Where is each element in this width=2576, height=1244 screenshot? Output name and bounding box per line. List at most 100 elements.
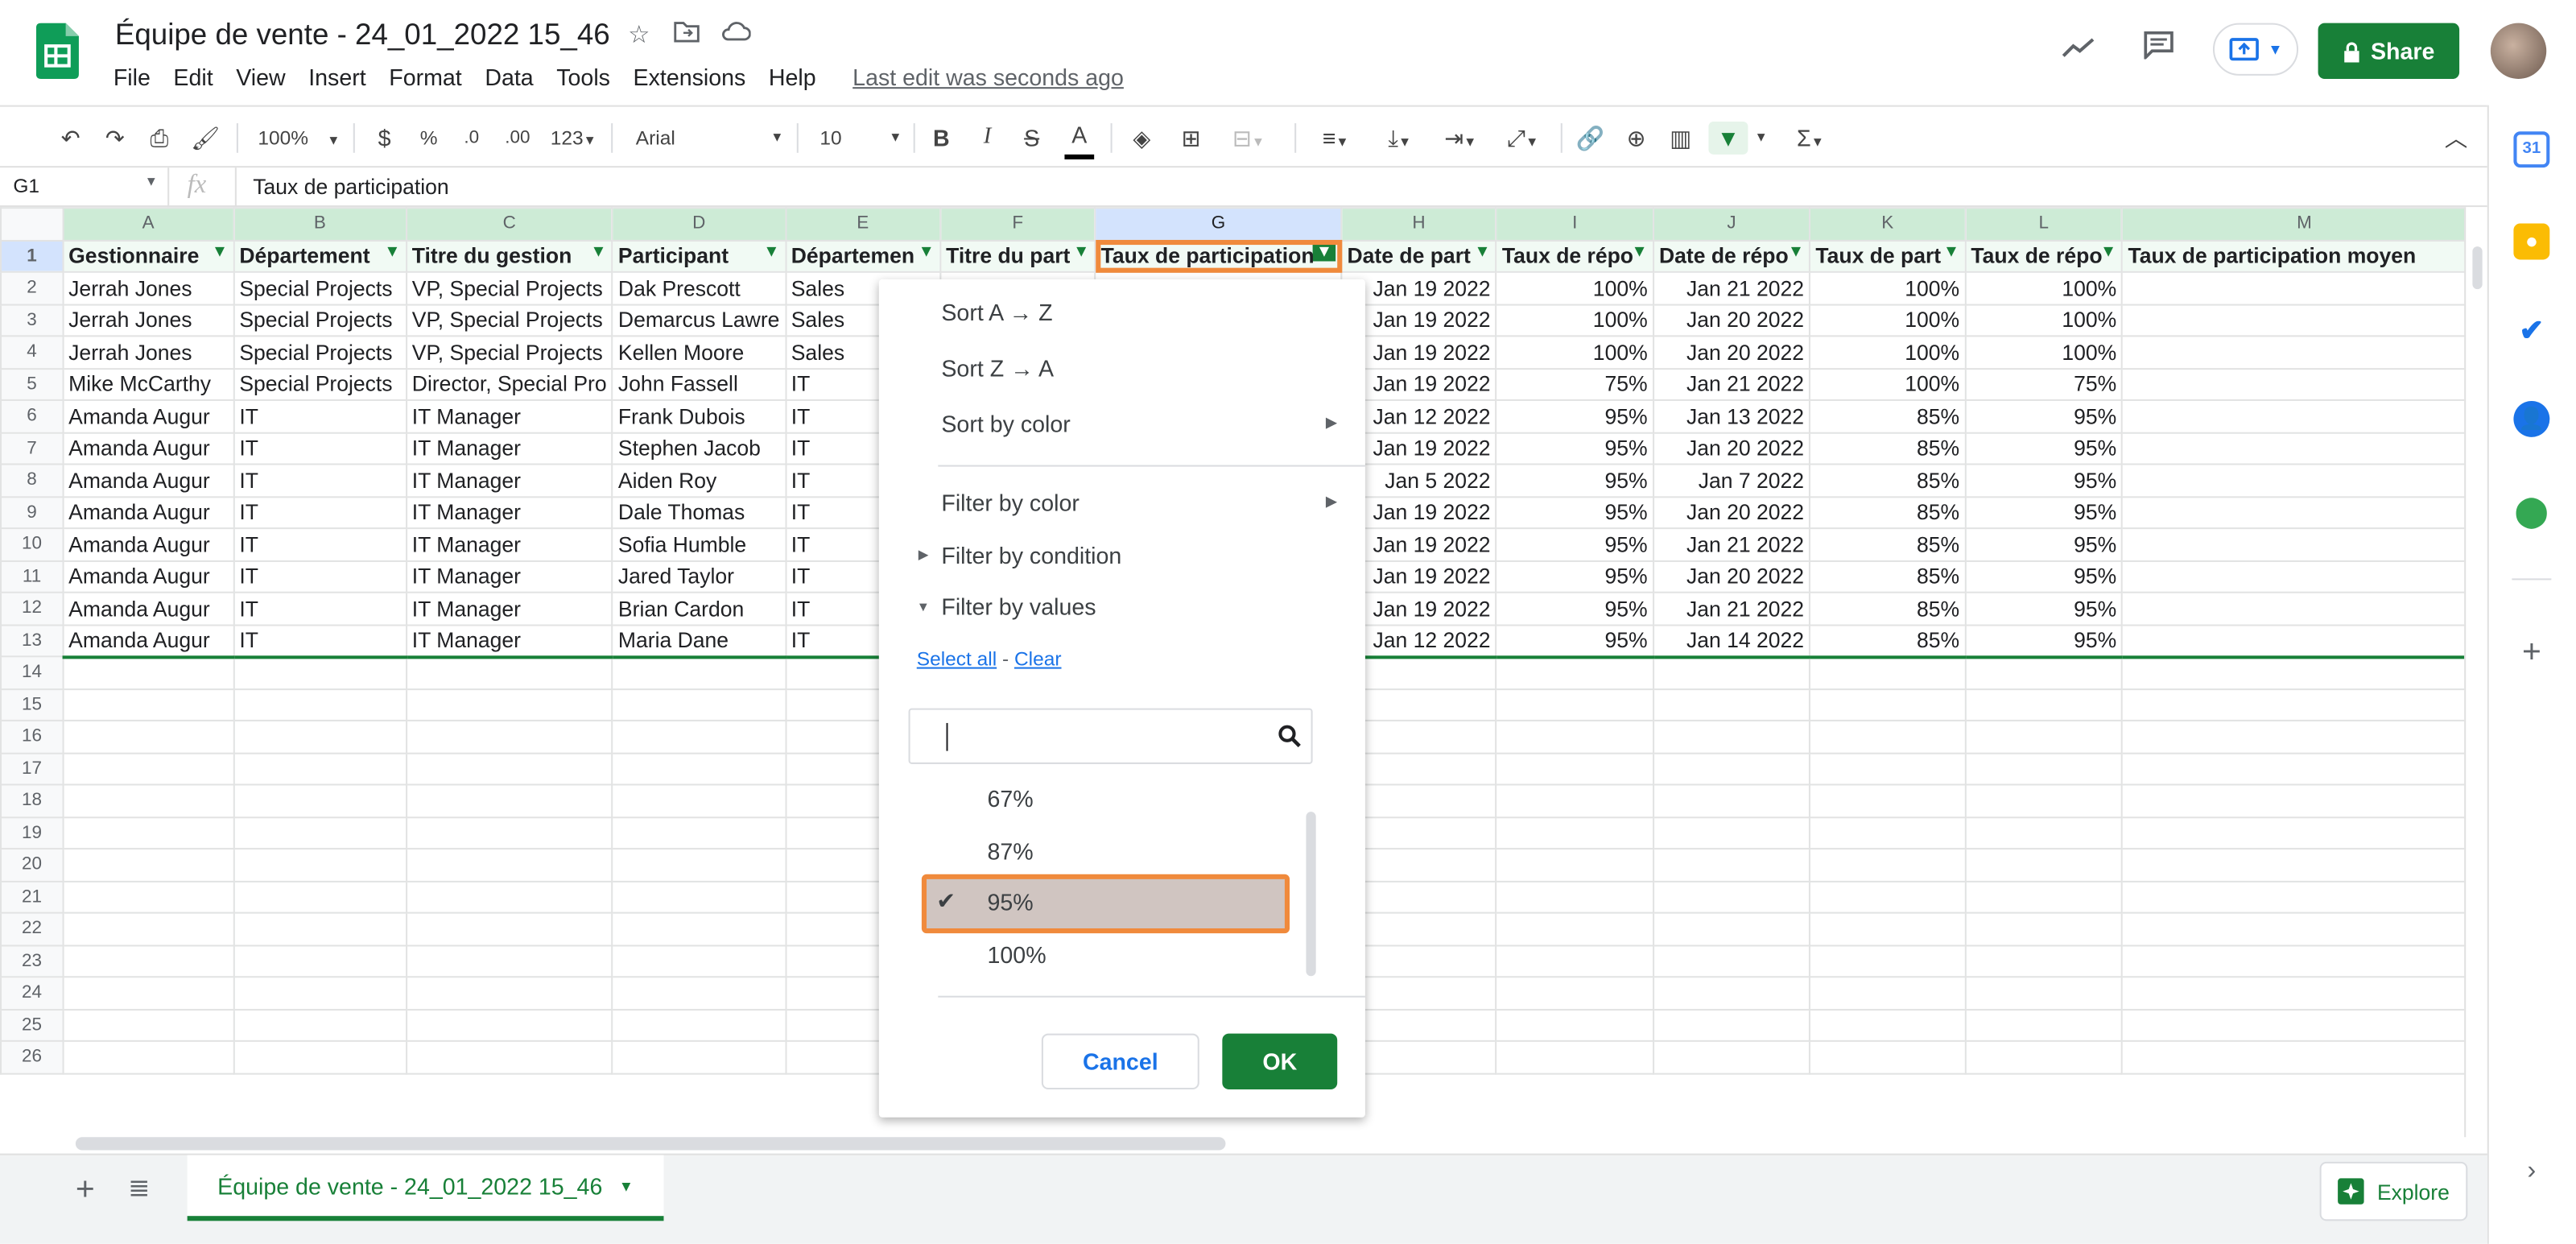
filter-button-icon[interactable]: ▼ — [763, 244, 779, 262]
table-cell[interactable] — [233, 655, 407, 690]
filter-by-color-option[interactable]: Filter by color — [941, 490, 1079, 516]
horizontal-scrollbar[interactable] — [75, 1137, 1226, 1151]
column-title-cell[interactable]: ▼ Taux de répo — [1964, 238, 2124, 273]
table-cell[interactable] — [1964, 719, 2124, 754]
insert-comment-icon[interactable]: ⊕ — [1621, 122, 1651, 155]
table-cell[interactable] — [405, 848, 613, 882]
table-cell[interactable] — [2121, 399, 2487, 433]
table-cell[interactable]: IT — [233, 527, 407, 561]
table-cell[interactable]: 85% — [1809, 591, 1967, 626]
last-edit-link[interactable]: Last edit was seconds ago — [852, 64, 1124, 91]
formula-input[interactable]: Taux de participation — [253, 174, 448, 199]
column-header-g[interactable]: G — [1094, 207, 1343, 241]
row-number[interactable]: 8 — [0, 463, 64, 498]
table-cell[interactable]: Dale Thomas — [611, 495, 786, 530]
table-cell[interactable]: 100% — [1964, 271, 2124, 305]
table-cell[interactable]: Maria Dane — [611, 623, 786, 659]
table-cell[interactable] — [405, 911, 613, 946]
table-cell[interactable] — [2121, 367, 2487, 401]
table-cell[interactable]: IT Manager — [405, 591, 613, 626]
table-cell[interactable] — [233, 848, 407, 882]
filter-by-values-option[interactable]: Filter by values — [941, 593, 1096, 620]
table-cell[interactable] — [2121, 719, 2487, 754]
table-cell[interactable] — [1809, 783, 1967, 818]
add-sheet-icon[interactable]: + — [76, 1172, 95, 1209]
table-cell[interactable]: Sofia Humble — [611, 527, 786, 561]
table-cell[interactable] — [2121, 655, 2487, 690]
column-header-c[interactable]: C — [405, 207, 613, 241]
table-cell[interactable]: 85% — [1809, 399, 1967, 433]
table-cell[interactable] — [2121, 335, 2487, 370]
table-cell[interactable] — [2121, 976, 2487, 1010]
sort-z-a-option[interactable]: Sort Z → A — [941, 355, 1054, 382]
table-cell[interactable] — [2121, 751, 2487, 786]
table-cell[interactable] — [2121, 1039, 2487, 1074]
redo-icon[interactable]: ↷ — [100, 122, 130, 155]
increase-decimal-button[interactable]: .00 — [499, 122, 535, 155]
value-option[interactable]: 100% — [988, 941, 1046, 968]
table-cell[interactable]: IT Manager — [405, 527, 613, 561]
row-number[interactable]: 11 — [0, 559, 64, 593]
sort-by-color-option[interactable]: Sort by color — [941, 411, 1070, 437]
column-header-d[interactable]: D — [611, 207, 786, 241]
table-cell[interactable] — [2121, 848, 2487, 882]
table-cell[interactable] — [2121, 303, 2487, 337]
column-title-cell[interactable]: ▼ Gestionnaire — [62, 238, 235, 273]
table-cell[interactable]: Jan 21 2022 — [1652, 367, 1811, 401]
horizontal-align-icon[interactable]: ≡▼ — [1311, 122, 1360, 155]
table-cell[interactable] — [62, 655, 235, 690]
row-number[interactable]: 13 — [0, 623, 64, 658]
table-cell[interactable]: Jan 20 2022 — [1652, 495, 1811, 530]
table-cell[interactable] — [2121, 688, 2487, 721]
present-button[interactable]: ▼ — [2212, 23, 2299, 76]
table-cell[interactable] — [1964, 879, 2124, 914]
table-cell[interactable]: Aiden Roy — [611, 463, 786, 498]
table-cell[interactable] — [2121, 1008, 2487, 1042]
table-cell[interactable] — [1495, 783, 1654, 818]
maps-icon[interactable]: ⬤ — [2513, 493, 2550, 530]
table-cell[interactable] — [1652, 751, 1811, 786]
table-cell[interactable]: Jan 20 2022 — [1652, 431, 1811, 465]
table-cell[interactable]: Amanda Augur — [62, 591, 235, 626]
table-cell[interactable] — [62, 751, 235, 786]
filter-button-icon[interactable]: ▼ — [919, 244, 935, 262]
table-cell[interactable] — [2121, 783, 2487, 818]
table-cell[interactable]: Jan 20 2022 — [1652, 559, 1811, 593]
table-cell[interactable] — [1652, 1039, 1811, 1074]
table-cell[interactable]: 85% — [1809, 495, 1967, 530]
select-all-link[interactable]: Select all — [917, 647, 997, 671]
table-cell[interactable] — [611, 1008, 786, 1042]
table-cell[interactable] — [405, 944, 613, 978]
table-cell[interactable] — [62, 1039, 235, 1074]
table-cell[interactable]: 100% — [1964, 335, 2124, 370]
table-cell[interactable]: IT — [233, 591, 407, 626]
table-cell[interactable]: Jan 21 2022 — [1652, 271, 1811, 305]
table-cell[interactable] — [1495, 911, 1654, 946]
table-cell[interactable] — [405, 688, 613, 721]
table-cell[interactable] — [1495, 688, 1654, 721]
table-cell[interactable] — [1809, 688, 1967, 721]
table-cell[interactable] — [1495, 719, 1654, 754]
column-header-j[interactable]: J — [1652, 207, 1811, 241]
column-header-b[interactable]: B — [233, 207, 407, 241]
filter-button-icon[interactable]: ▼ — [212, 244, 228, 262]
table-cell[interactable]: IT Manager — [405, 495, 613, 530]
table-cell[interactable]: Frank Dubois — [611, 399, 786, 433]
table-cell[interactable] — [611, 879, 786, 914]
table-cell[interactable]: 95% — [1964, 591, 2124, 626]
move-folder-icon[interactable] — [671, 19, 704, 52]
table-cell[interactable] — [1652, 719, 1811, 754]
filter-dropdown-chevron-icon[interactable]: ▼ — [1751, 122, 1770, 155]
vertical-align-icon[interactable]: ⤓▼ — [1375, 122, 1424, 155]
column-title-cell[interactable]: ▼ Date de répo — [1652, 238, 1811, 273]
table-cell[interactable] — [1652, 944, 1811, 978]
table-cell[interactable]: Amanda Augur — [62, 463, 235, 498]
table-cell[interactable]: Director, Special Pro — [405, 367, 613, 401]
table-cell[interactable]: 100% — [1495, 335, 1654, 370]
text-rotate-icon[interactable]: ⤢▼ — [1498, 122, 1547, 155]
expand-panel-icon[interactable]: › — [2513, 1153, 2550, 1190]
table-cell[interactable] — [2121, 271, 2487, 305]
table-cell[interactable] — [1809, 911, 1967, 946]
table-cell[interactable] — [611, 1039, 786, 1074]
column-header-k[interactable]: K — [1809, 207, 1967, 241]
